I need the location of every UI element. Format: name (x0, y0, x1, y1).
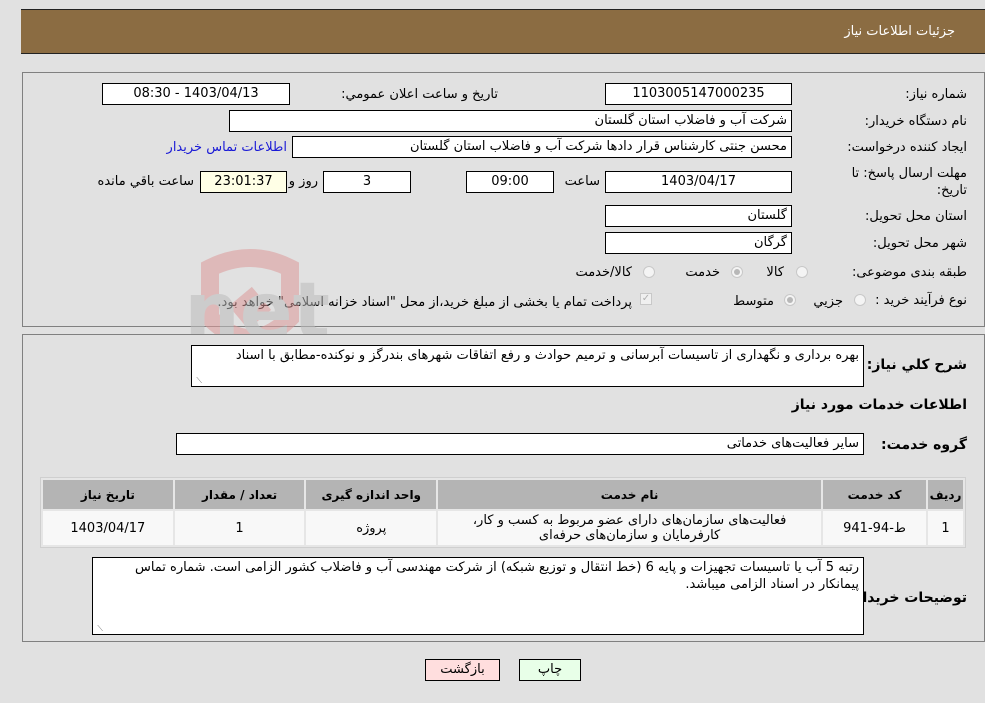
buyer-org-label: نام دستگاه خریدار: (864, 114, 967, 129)
creator-label: ایجاد کننده درخواست: (847, 140, 967, 155)
process-option-medium: متوسط (733, 294, 774, 309)
payment-note: پرداخت تمام یا بخشی از مبلغ خرید،از محل … (217, 295, 632, 310)
print-button[interactable]: چاپ (519, 659, 581, 681)
category-option-goods-service: کالا/خدمت (575, 265, 632, 280)
col-header-row-number: ردیف (928, 480, 963, 509)
announce-date-field: 1403/04/13 - 08:30 (102, 83, 290, 105)
page-header: جزئیات اطلاعات نیاز (21, 9, 985, 54)
table-row: 1 ط-94-941 فعالیت‌های سازمان‌های دارای ع… (43, 511, 963, 545)
services-table: ردیف کد خدمت نام خدمت واحد اندازه گیری ت… (40, 477, 966, 548)
deadline-time-label: ساعت (564, 174, 600, 189)
remaining-time-field: 23:01:37 (200, 171, 287, 193)
province-label: استان محل تحویل: (865, 209, 967, 224)
category-radio-goods[interactable] (796, 266, 808, 278)
need-number-field: 1103005147000235 (605, 83, 792, 105)
buyer-notes-label: توضیحات خریدار: (848, 590, 967, 606)
col-header-unit: واحد اندازه گیری (306, 480, 437, 509)
resize-grip-icon[interactable]: ⟋ (95, 625, 103, 633)
category-option-service: خدمت (685, 265, 720, 280)
category-radio-service[interactable] (731, 266, 743, 278)
province-field: گلستان (605, 205, 792, 227)
resize-grip-icon[interactable]: ⟋ (194, 377, 202, 385)
buyer-notes-text: رتبه 5 آب یا تاسیسات تجهیزات و پایه 6 (خ… (134, 560, 859, 592)
deadline-label: مهلت ارسال پاسخ: تا تاریخ: (851, 166, 967, 198)
services-heading: اطلاعات خدمات مورد نیاز (791, 397, 967, 413)
need-info-panel: شماره نیاز: 1103005147000235 تاریخ و ساع… (22, 72, 985, 327)
cell-service-name: فعالیت‌های سازمان‌های دارای عضو مربوط به… (438, 511, 822, 545)
col-header-quantity: تعداد / مقدار (174, 480, 305, 509)
back-button[interactable]: بازگشت (425, 659, 500, 681)
payment-checkbox[interactable]: ✓ (640, 293, 652, 305)
deadline-time-field: 09:00 (466, 171, 554, 193)
remaining-days-field: 3 (323, 171, 411, 193)
process-option-minor: جزيي (813, 294, 843, 309)
category-label: طبقه بندی موضوعی: (851, 265, 967, 280)
deadline-date-field: 1403/04/17 (605, 171, 792, 193)
process-radio-minor[interactable] (854, 294, 866, 306)
remaining-time-label: ساعت باقي مانده (97, 174, 194, 189)
service-group-field: سایر فعالیت‌های خدماتی (176, 433, 864, 455)
service-group-label: گروه خدمت: (881, 437, 967, 453)
page-title: جزئیات اطلاعات نیاز (844, 24, 955, 39)
category-radio-goods-service[interactable] (643, 266, 655, 278)
table-header-row: ردیف کد خدمت نام خدمت واحد اندازه گیری ت… (43, 480, 963, 509)
col-header-need-date: تاریخ نیاز (43, 480, 173, 509)
process-radio-medium[interactable] (784, 294, 796, 306)
creator-field: محسن جنتی کارشناس قرار دادها شرکت آب و ف… (292, 136, 792, 158)
category-option-goods: کالا (766, 265, 784, 280)
city-field: گرگان (605, 232, 792, 254)
cell-need-date: 1403/04/17 (43, 511, 173, 545)
cell-unit: پروژه (306, 511, 437, 545)
cell-service-code: ط-94-941 (823, 511, 926, 545)
description-label: شرح كلي نياز: (866, 357, 967, 373)
buyer-notes-field[interactable]: رتبه 5 آب یا تاسیسات تجهیزات و پایه 6 (خ… (92, 557, 864, 635)
need-details-panel: شرح كلي نياز: بهره برداری و نگهداری از ت… (22, 334, 985, 642)
col-header-service-name: نام خدمت (438, 480, 822, 509)
buyer-contact-link[interactable]: اطلاعات تماس خریدار (167, 140, 287, 155)
cell-row-number: 1 (928, 511, 963, 545)
col-header-service-code: کد خدمت (823, 480, 926, 509)
process-label: نوع فرآیند خرید : (875, 293, 967, 308)
description-text: بهره برداری و نگهداری از تاسیسات آبرسانی… (235, 348, 859, 363)
days-label: روز و (288, 174, 318, 189)
buyer-org-field: شرکت آب و فاضلاب استان گلستان (229, 110, 792, 132)
description-field[interactable]: بهره برداری و نگهداری از تاسیسات آبرسانی… (191, 345, 864, 387)
need-number-label: شماره نیاز: (905, 87, 967, 102)
city-label: شهر محل تحویل: (872, 236, 967, 251)
cell-quantity: 1 (174, 511, 305, 545)
announce-date-label: تاریخ و ساعت اعلان عمومي: (341, 87, 498, 102)
